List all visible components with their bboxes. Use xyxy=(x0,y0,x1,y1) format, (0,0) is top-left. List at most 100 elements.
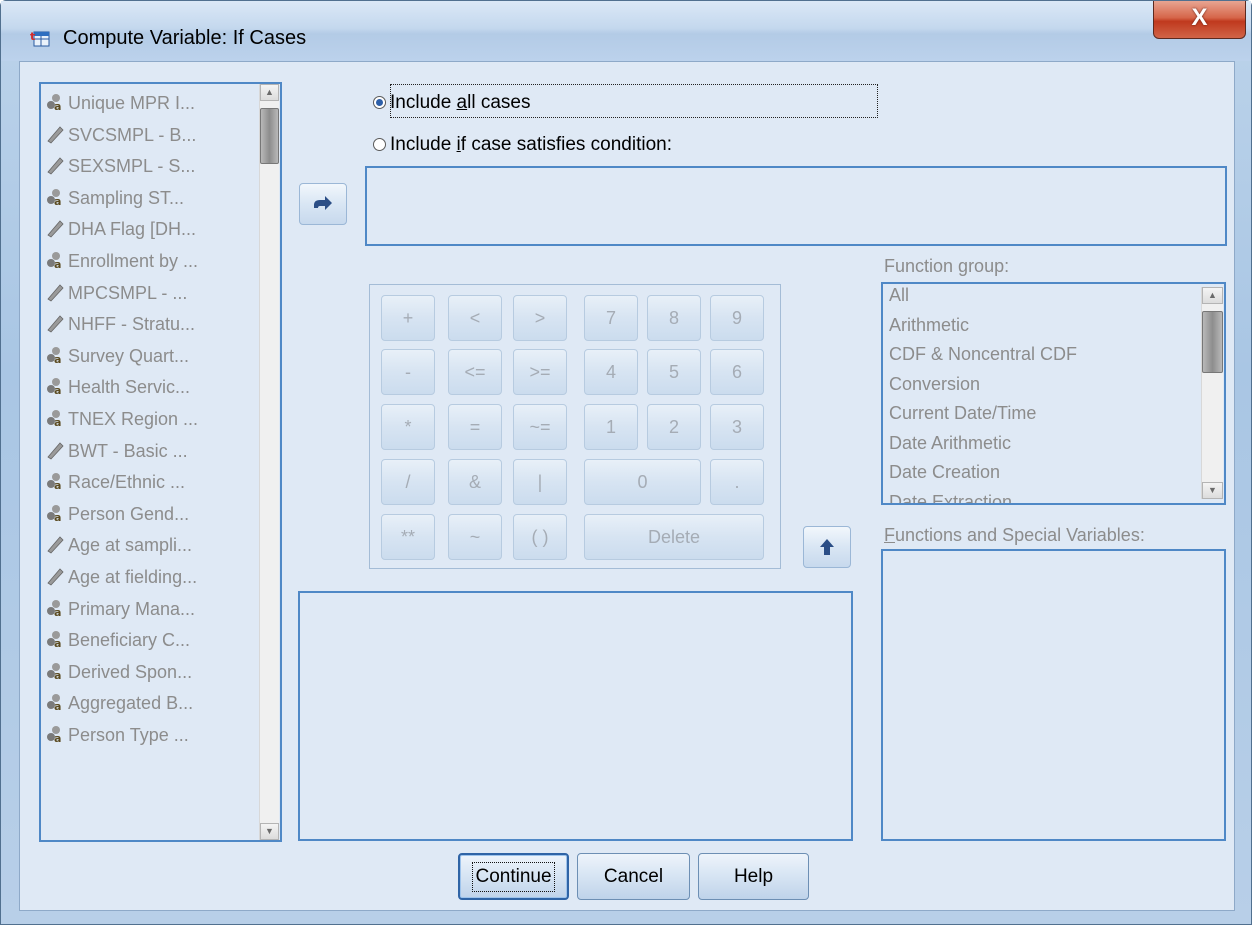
key-delete[interactable]: Delete xyxy=(584,514,764,560)
move-variable-button[interactable] xyxy=(299,183,347,225)
key-less-than[interactable]: < xyxy=(448,295,502,341)
key-digit-7[interactable]: 7 xyxy=(584,295,638,341)
include-if-condition-radio[interactable]: Include if case satisfies condition: xyxy=(373,134,672,156)
variable-list-item[interactable]: SEXSMPL - S... xyxy=(45,155,195,183)
key-plus[interactable]: + xyxy=(381,295,435,341)
function-group-list[interactable]: ▲ ▼ All Arithmetic CDF & Noncentral CDF Con… xyxy=(881,282,1226,505)
function-group-item[interactable]: Date Extraction xyxy=(889,492,1012,504)
variable-list-item[interactable]: BWT - Basic ... xyxy=(45,440,188,468)
variable-label: Unique MPR I... xyxy=(68,93,196,113)
variable-label: Person Type ... xyxy=(68,725,189,745)
variable-list-item[interactable]: a Primary Mana... xyxy=(45,598,195,626)
include-if-label-post: f case satisfies condition: xyxy=(460,134,672,155)
variable-label: NHFF - Stratu... xyxy=(68,314,196,335)
scroll-up-button[interactable]: ▲ xyxy=(1202,287,1223,304)
key-not-equal[interactable]: ~= xyxy=(513,404,567,450)
functions-special-variables-list[interactable] xyxy=(881,549,1226,841)
variable-list-item[interactable]: a TNEX Region ... xyxy=(45,408,198,436)
key-not[interactable]: ~ xyxy=(448,514,502,560)
variable-list-item[interactable]: Age at sampli... xyxy=(45,534,192,562)
key-digit-9[interactable]: 9 xyxy=(710,295,764,341)
function-group-item[interactable]: Conversion xyxy=(889,374,980,398)
variable-list-item[interactable]: a Derived Spon... xyxy=(45,661,192,689)
key-decimal[interactable]: . xyxy=(710,459,764,505)
svg-text:a: a xyxy=(54,100,61,112)
svg-text:a: a xyxy=(54,195,61,207)
function-group-item[interactable]: Date Creation xyxy=(889,462,1000,486)
function-group-item[interactable]: All xyxy=(889,285,909,309)
nominal-icon: a xyxy=(45,187,65,208)
function-group-item[interactable]: CDF & Noncentral CDF xyxy=(889,344,1077,368)
functions-label: Functions and Special Variables: xyxy=(884,525,1145,546)
function-group-scrollbar[interactable]: ▲ ▼ xyxy=(1201,287,1223,499)
variable-list-item[interactable]: MPCSMPL - ... xyxy=(45,282,187,310)
variable-list-item[interactable]: a Unique MPR I... xyxy=(45,92,195,120)
key-divide[interactable]: / xyxy=(381,459,435,505)
variable-list-item[interactable]: a Sampling ST... xyxy=(45,187,184,215)
nominal-icon: a xyxy=(45,724,65,745)
scale-icon xyxy=(45,218,65,238)
key-digit-3[interactable]: 3 xyxy=(710,404,764,450)
title-bar[interactable]: t Compute Variable: If Cases X xyxy=(1,1,1251,61)
continue-button[interactable]: Continue xyxy=(458,853,569,900)
include-if-label-pre: Include xyxy=(390,134,457,155)
key-minus[interactable]: - xyxy=(381,349,435,395)
condition-expression-box[interactable] xyxy=(365,166,1227,246)
key-less-equal[interactable]: <= xyxy=(448,349,502,395)
scroll-thumb[interactable] xyxy=(1202,311,1223,373)
function-group-item[interactable]: Arithmetic xyxy=(889,315,969,339)
function-group-label-pre: Function xyxy=(884,256,959,276)
key-equals[interactable]: = xyxy=(448,404,502,450)
variable-list-item[interactable]: a Beneficiary C... xyxy=(45,629,190,657)
variable-list-item[interactable]: a Aggregated B... xyxy=(45,692,193,720)
key-greater-than[interactable]: > xyxy=(513,295,567,341)
variable-list-item[interactable]: a Survey Quart... xyxy=(45,345,189,373)
key-digit-5[interactable]: 5 xyxy=(647,349,701,395)
function-group-item[interactable]: Current Date/Time xyxy=(889,403,1036,427)
expression-area[interactable] xyxy=(298,591,853,841)
functions-label-post: unctions and Special Variables: xyxy=(895,525,1145,545)
key-power[interactable]: ** xyxy=(381,514,435,560)
scroll-thumb[interactable] xyxy=(260,108,279,164)
scroll-down-button[interactable]: ▼ xyxy=(1202,482,1223,499)
key-digit-4[interactable]: 4 xyxy=(584,349,638,395)
function-group-label: Function group: xyxy=(884,256,1009,277)
nominal-icon: a xyxy=(45,471,65,492)
variable-list-item[interactable]: a Person Gend... xyxy=(45,503,189,531)
variable-list-item[interactable]: a Race/Ethnic ... xyxy=(45,471,185,499)
scroll-up-button[interactable]: ▲ xyxy=(260,84,279,101)
window-title: Compute Variable: If Cases xyxy=(63,27,307,49)
nominal-icon: a xyxy=(45,250,65,271)
variable-list-item[interactable]: a Enrollment by ... xyxy=(45,250,198,278)
variable-list-item[interactable]: NHFF - Stratu... xyxy=(45,313,195,341)
variable-label: MPCSMPL - ... xyxy=(68,282,188,303)
variable-label: SEXSMPL - S... xyxy=(68,156,196,177)
right-arrow-icon xyxy=(314,196,332,210)
scroll-down-button[interactable]: ▼ xyxy=(260,823,279,840)
key-or[interactable]: | xyxy=(513,459,567,505)
variable-list-item[interactable]: SVCSMPL - B... xyxy=(45,124,196,152)
variable-list-item[interactable]: Age at fielding... xyxy=(45,566,197,594)
variable-list-item[interactable]: a Person Type ... xyxy=(45,724,189,752)
variable-label: Survey Quart... xyxy=(68,345,190,366)
help-button[interactable]: Help xyxy=(698,853,809,900)
key-and[interactable]: & xyxy=(448,459,502,505)
key-digit-2[interactable]: 2 xyxy=(647,404,701,450)
close-button[interactable]: X xyxy=(1153,1,1246,39)
variable-list-item[interactable]: a Health Servic... xyxy=(45,376,190,404)
key-digit-6[interactable]: 6 xyxy=(710,349,764,395)
variable-list[interactable]: ▲ ▼ a Unique MPR I... SVCSMPL - B... SEXSMP… xyxy=(39,82,282,842)
key-digit-0[interactable]: 0 xyxy=(584,459,701,505)
cancel-button[interactable]: Cancel xyxy=(577,853,690,900)
key-greater-equal[interactable]: >= xyxy=(513,349,567,395)
variable-list-item[interactable]: DHA Flag [DH... xyxy=(45,218,196,246)
key-multiply[interactable]: * xyxy=(381,404,435,450)
insert-function-button[interactable] xyxy=(803,526,851,568)
key-digit-8[interactable]: 8 xyxy=(647,295,701,341)
key-digit-1[interactable]: 1 xyxy=(584,404,638,450)
variable-list-scrollbar[interactable]: ▲ ▼ xyxy=(259,84,279,840)
include-all-cases-radio[interactable]: Include all cases xyxy=(373,92,530,114)
key-parentheses[interactable]: ( ) xyxy=(513,514,567,560)
function-group-item[interactable]: Date Arithmetic xyxy=(889,433,1011,457)
svg-text:a: a xyxy=(54,258,61,270)
